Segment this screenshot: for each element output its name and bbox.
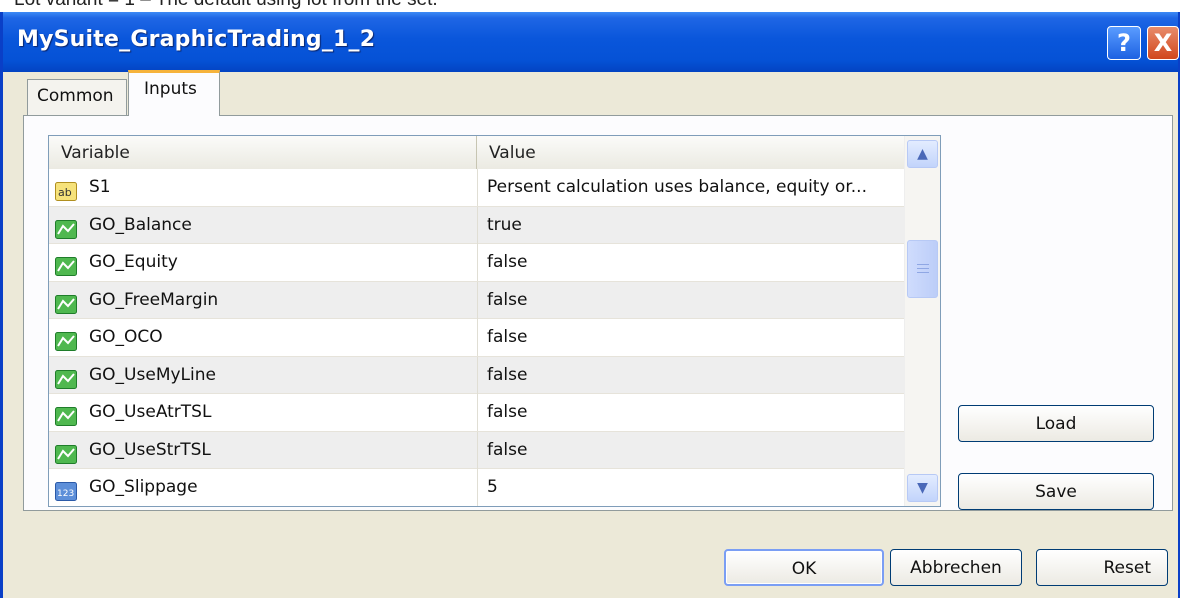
document-caption: Lot variant = 1 – The default using lot … [14, 0, 438, 11]
variable-cell[interactable]: GO_Equity [49, 244, 478, 281]
bool-icon [55, 403, 77, 426]
table-row[interactable]: GO_UseMyLine false [49, 356, 904, 394]
tab-common[interactable]: Common [27, 79, 127, 115]
value-cell[interactable]: true [487, 207, 522, 244]
value-cell[interactable]: Persent calculation uses balance, equity… [487, 169, 867, 206]
variable-cell[interactable]: GO_UseAtrTSL [49, 394, 478, 431]
vertical-scrollbar[interactable]: ▲ ▼ [904, 136, 940, 506]
bool-icon [55, 441, 77, 464]
document-caption-strip: Lot variant = 1 – The default using lot … [0, 0, 1180, 12]
scroll-down-button[interactable]: ▼ [907, 474, 938, 502]
scroll-up-button[interactable]: ▲ [907, 140, 938, 168]
value-cell[interactable]: 5 [487, 469, 498, 506]
tab-inputs[interactable]: Inputs [128, 70, 220, 116]
variable-cell[interactable]: GO_UseStrTSL [49, 431, 478, 469]
table-row[interactable]: GO_FreeMargin false [49, 281, 904, 319]
variable-cell[interactable]: GO_UseMyLine [49, 356, 478, 394]
variable-name: GO_UseStrTSL [89, 439, 211, 460]
table-row[interactable]: GO_Balance true [49, 206, 904, 244]
variable-name: GO_Balance [89, 214, 192, 235]
bool-icon [55, 253, 77, 276]
value-cell[interactable]: false [487, 432, 527, 469]
table-row[interactable]: GO_Equity false [49, 244, 904, 282]
value-cell[interactable]: false [487, 244, 527, 281]
table-row[interactable]: 123 GO_Slippage 5 [49, 469, 904, 506]
bool-icon [55, 291, 77, 314]
variable-name: GO_Slippage [89, 477, 198, 497]
table-row[interactable]: GO_UseStrTSL false [49, 431, 904, 469]
tab-inputs-label: Inputs [144, 79, 197, 99]
close-button[interactable]: X [1147, 26, 1179, 60]
bool-icon [55, 366, 77, 389]
table-row[interactable]: GO_OCO false [49, 319, 904, 357]
column-header-value[interactable]: Value [477, 136, 904, 169]
reset-button[interactable]: Reset [1036, 549, 1168, 586]
variable-cell[interactable]: GO_Balance [49, 206, 478, 244]
column-header-variable[interactable]: Variable [49, 136, 477, 169]
int-icon: 123 [55, 478, 77, 501]
cancel-button[interactable]: Abbrechen [890, 549, 1022, 586]
inputs-grid[interactable]: Variable Value ab S1 Persent calculation u… [48, 135, 941, 507]
svg-text:123: 123 [57, 489, 74, 499]
tab-common-label: Common [37, 86, 114, 106]
variable-cell[interactable]: GO_FreeMargin [49, 281, 478, 319]
chevron-down-icon: ▼ [917, 480, 928, 496]
window-title: MySuite_GraphicTrading_1_2 [17, 27, 376, 52]
close-icon: X [1153, 29, 1173, 57]
string-icon: ab [55, 178, 77, 201]
variable-name: GO_Equity [89, 252, 178, 272]
bool-icon [55, 216, 77, 239]
help-icon: ? [1117, 29, 1131, 57]
ok-button[interactable]: OK [724, 549, 884, 586]
reset-label: Reset [1103, 558, 1152, 578]
title-bar[interactable]: MySuite_GraphicTrading_1_2 ? X [3, 12, 1179, 72]
value-cell[interactable]: false [487, 357, 527, 394]
scroll-thumb[interactable] [907, 240, 938, 298]
grip-line [917, 268, 929, 269]
load-button[interactable]: Load [958, 405, 1154, 442]
value-cell[interactable]: false [487, 394, 527, 431]
value-cell[interactable]: false [487, 282, 527, 319]
grid-rows: ab S1 Persent calculation uses balance, eq… [49, 169, 904, 506]
save-button[interactable]: Save [958, 473, 1154, 510]
variable-name: GO_OCO [89, 327, 163, 347]
table-row[interactable]: ab S1 Persent calculation uses balance, eq… [49, 169, 904, 207]
variable-cell[interactable]: GO_OCO [49, 319, 478, 356]
variable-name: GO_UseMyLine [89, 364, 216, 385]
variable-name: S1 [89, 177, 111, 197]
variable-name: GO_FreeMargin [89, 289, 219, 310]
grip-line [917, 264, 929, 265]
table-row[interactable]: GO_UseAtrTSL false [49, 394, 904, 432]
grid-header: Variable Value [49, 136, 904, 170]
variable-cell[interactable]: ab S1 [49, 169, 478, 206]
value-cell[interactable]: false [487, 319, 527, 356]
chevron-up-icon: ▲ [917, 146, 928, 162]
bool-icon [55, 328, 77, 351]
svg-text:ab: ab [58, 186, 72, 199]
variable-cell[interactable]: 123 GO_Slippage [49, 469, 478, 506]
grip-line [917, 272, 929, 273]
variable-name: GO_UseAtrTSL [89, 402, 212, 422]
help-button[interactable]: ? [1107, 26, 1141, 60]
